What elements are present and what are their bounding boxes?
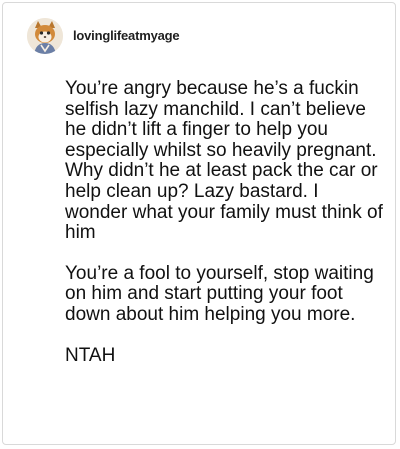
comment-card: lovinglifeatmyage You’re angry because h… — [2, 2, 396, 445]
comment-body: You’re angry because he’s a fuckin selfi… — [65, 78, 389, 386]
comment-paragraph-1: You’re angry because he’s a fuckin selfi… — [65, 78, 389, 244]
comment-paragraph-3: NTAH — [65, 344, 116, 366]
comment-paragraph-2: You’re a fool to yourself, stop waiting … — [65, 262, 380, 325]
username[interactable]: lovinglifeatmyage — [73, 28, 180, 43]
cartoon-character-avatar-icon — [27, 18, 63, 54]
comment-header: lovinglifeatmyage — [27, 17, 180, 55]
avatar[interactable] — [27, 18, 63, 54]
